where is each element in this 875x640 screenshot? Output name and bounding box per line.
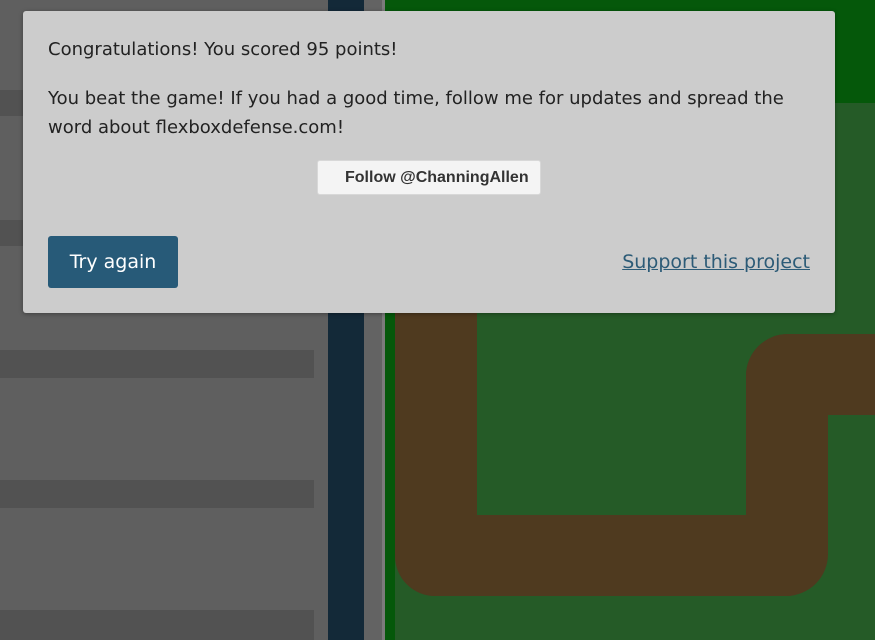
- game-screen: Congratulations! You scored 95 points! Y…: [0, 0, 875, 640]
- try-again-button[interactable]: Try again: [48, 236, 178, 288]
- win-message: You beat the game! If you had a good tim…: [48, 88, 784, 138]
- panel-strip: [0, 610, 314, 640]
- follow-button[interactable]: Follow @ChanningAllen: [317, 160, 541, 195]
- score-message: Congratulations! You scored 95 points!: [48, 39, 398, 60]
- panel-strip: [0, 350, 314, 378]
- game-over-modal: Congratulations! You scored 95 points! Y…: [23, 11, 835, 313]
- enemy-path: [746, 334, 875, 415]
- support-link[interactable]: Support this project: [622, 249, 810, 275]
- panel-strip: [0, 480, 314, 508]
